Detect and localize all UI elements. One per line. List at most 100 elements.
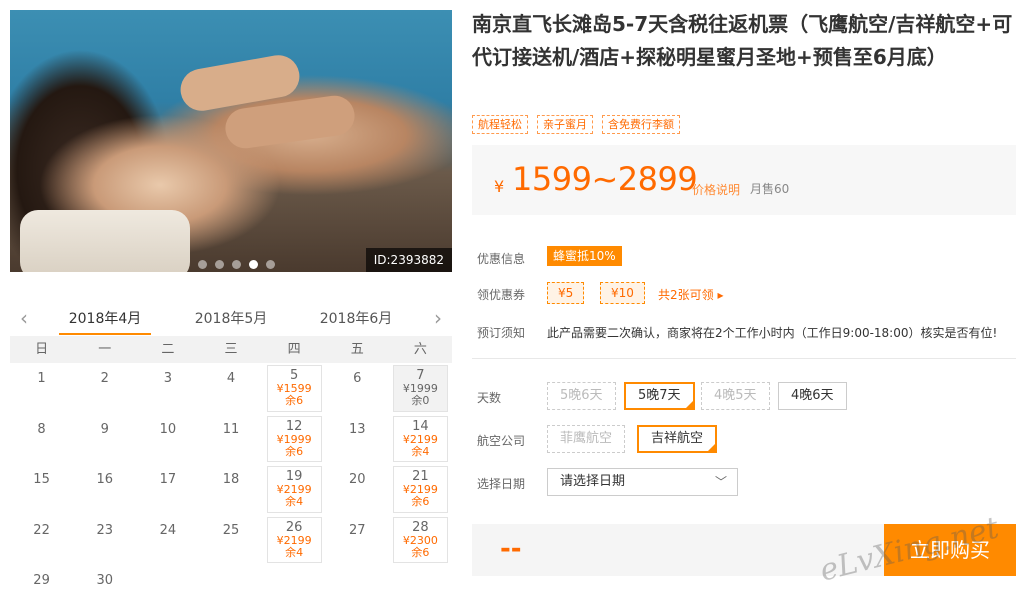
monthly-sales: 月售60 [750,182,790,196]
calendar-day: 22 [10,515,73,566]
day-price: ¥2199 [276,533,312,547]
tag: 含免费行李额 [602,115,680,134]
price-note-link[interactable]: 价格说明 [692,181,740,198]
airline-option: 菲鹰航空 [547,425,626,453]
day-number: 29 [33,573,50,588]
tab-month-may[interactable]: 2018年5月 [185,308,277,328]
calendar-day: 4 [199,363,262,414]
product-title: 南京直飞长滩岛5-7天含税往返机票（飞鹰航空/吉祥航空+可代订接送机/酒店+探秘… [472,12,1013,69]
calendar-day-available[interactable]: 12 ¥1999 余6 [266,415,322,462]
calendar-day: 8 [10,414,73,465]
day-number: 9 [100,421,109,437]
day-number: 26 [285,519,303,535]
calendar-grid: 日一二三四五六 1 2 3 4 5 ¥1599 余6 6 7 ¥1999 余0 8 9 10 11 12 ¥19… [10,336,452,589]
coupon-more-link[interactable]: 共2张可领 ▸ [658,286,723,303]
calendar-day-available[interactable]: 28 ¥2300 余6 [392,516,448,563]
calendar-day: 23 [73,515,136,566]
calendar-day: 13 [326,414,389,465]
calendar-day-available[interactable]: 26 ¥2199 余4 [266,516,322,563]
tag: 亲子蜜月 [537,115,593,134]
calendar-day-available[interactable]: 19 ¥2199 余4 [266,466,322,513]
photo-id-badge: ID:2393882 [365,248,452,272]
date-select-value: 请选择日期 [560,474,626,489]
tab-month-june[interactable]: 2018年6月 [310,308,402,328]
day-number: 14 [412,418,429,434]
day-number: 6 [353,371,362,386]
day-number: 19 [285,469,303,484]
weekday-label: 四 [287,342,301,357]
calendar-days: 1 2 3 4 5 ¥1599 余6 6 7 ¥1999 余0 8 9 10 11 12 ¥1999 余6 13 14… [10,363,452,589]
day-price: ¥2300 [402,533,438,547]
calendar-day: 27 [326,515,389,566]
carousel-dot[interactable] [266,260,275,269]
day-number: 24 [159,522,177,538]
day-stock: 余4 [285,545,304,559]
weekday-header: 日一二三四五六 [10,336,452,363]
day-number: 23 [96,522,113,538]
day-stock: 余6 [285,394,304,407]
airline-label: 航空公司 [477,434,526,448]
day-number: 4 [226,371,236,386]
coupon-5[interactable]: ¥5 [547,282,585,304]
calendar-day: 20 [326,464,389,515]
days-option: 4晚5天 [701,382,770,410]
carousel-dot[interactable] [249,260,258,269]
photo-towel [20,210,190,272]
calendar-day-available[interactable]: 21 ¥2199 余6 [392,466,448,513]
day-number: 1 [37,371,46,386]
calendar-day-available: 7 ¥1999 余0 [392,365,448,412]
tag: 航程轻松 [472,115,528,134]
day-number: 15 [33,472,50,487]
carousel-dot[interactable] [232,260,241,269]
calendar-day: 6 [326,363,389,414]
divider [472,358,1016,359]
chevron-right-icon[interactable]: › [428,306,448,330]
day-number: 7 [416,368,425,383]
calendar-day: 2 [73,363,136,414]
day-stock: 余6 [285,444,304,458]
days-option[interactable]: 4晚6天 [778,382,847,410]
product-photo[interactable]: ID:2393882 [10,10,452,272]
calendar-day-available[interactable]: 5 ¥1599 余6 [266,365,322,412]
airline-option[interactable]: 吉祥航空 [637,425,718,453]
weekday-label: 二 [161,342,175,357]
day-stock: 余6 [411,495,430,508]
days-option[interactable]: 5晚7天 [624,382,695,410]
day-number: 20 [349,472,366,487]
days-option: 5晚6天 [547,382,616,410]
day-number: 18 [222,472,240,487]
price-box: ¥ 1599~2899 价格说明 月售60 [472,145,1016,215]
carousel-dots [198,260,275,269]
day-number: 12 [285,418,303,434]
tab-month-april[interactable]: 2018年4月 [59,308,151,328]
carousel-dot[interactable] [215,260,224,269]
day-number: 17 [159,472,177,487]
calendar-day: 24 [136,515,199,566]
promo-badge: 蜂蜜抵10% [547,246,622,266]
day-number: 10 [159,421,177,437]
calendar-day: 30 [73,565,136,589]
coupon-10[interactable]: ¥10 [600,282,645,304]
currency-symbol: ¥ [494,177,505,196]
day-stock: 余4 [411,444,430,458]
chevron-left-icon[interactable]: ‹ [14,306,34,330]
weekday-label: 三 [224,342,238,357]
days-label: 天数 [477,391,502,405]
calendar-day-available[interactable]: 14 ¥2199 余4 [392,415,448,462]
day-number: 16 [96,472,113,487]
calendar-day: 29 [10,565,73,589]
buy-now-button[interactable]: 立即购买 [884,524,1016,576]
carousel-dot[interactable] [198,260,207,269]
day-number: 21 [412,469,429,484]
day-number: 3 [163,371,172,386]
day-stock: 余6 [411,545,430,559]
calendar-day: 9 [73,414,136,465]
date-select[interactable]: 请选择日期 ﹀ [547,468,738,496]
day-number: 2 [100,371,109,386]
calendar-day: 18 [199,464,262,515]
notice-label: 预订须知 [477,326,526,340]
calendar-day: 17 [136,464,199,515]
day-number: 28 [412,519,429,535]
day-price: ¥1999 [276,432,312,446]
day-number: 8 [37,421,46,437]
